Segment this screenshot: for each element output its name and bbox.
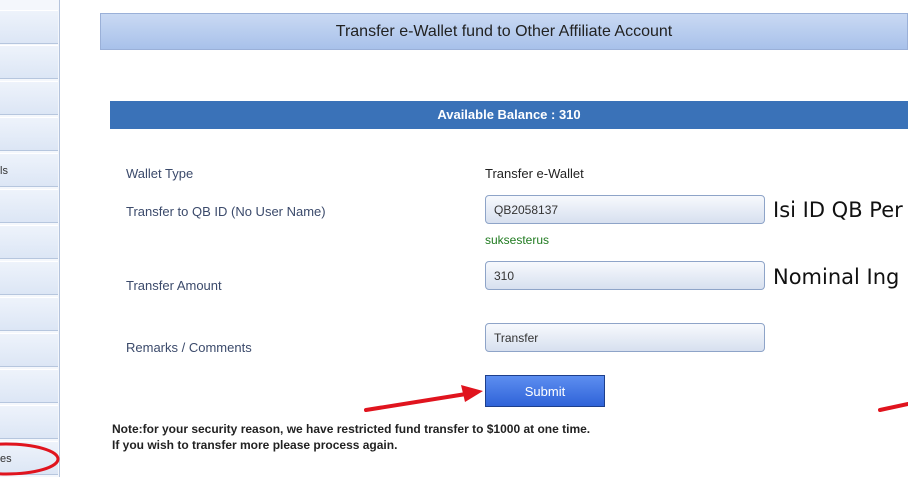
red-arrow-to-submit (364, 385, 483, 412)
annotation-overlay (0, 385, 908, 476)
red-circle-highlight (0, 442, 60, 476)
red-arrow-right-edge (878, 402, 908, 412)
